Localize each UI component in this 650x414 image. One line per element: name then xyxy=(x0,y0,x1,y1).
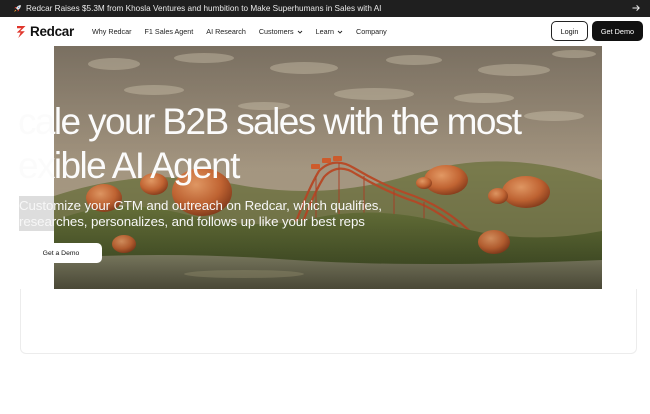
chevron-down-icon xyxy=(297,30,302,34)
nav-item-label: AI Research xyxy=(206,27,246,36)
announcement-text[interactable]: Redcar Raises $5.3M from Khosla Ventures… xyxy=(26,4,381,13)
redcar-logo-icon xyxy=(16,25,26,38)
hero-headline-line-2: exible AI Agent xyxy=(18,145,240,186)
nav-item-label: Customers xyxy=(258,27,294,36)
rocket-icon xyxy=(14,5,21,12)
nav-item-why-redcar[interactable]: Why Redcar xyxy=(92,27,132,36)
chevron-down-icon xyxy=(337,30,343,34)
hero-subtext: Customize your GTM and outreach on Redca… xyxy=(19,198,382,229)
hero-headline-line-1: cale your B2B sales with the most xyxy=(18,101,522,142)
get-demo-button[interactable]: Get Demo xyxy=(592,21,643,41)
nav-item-label: Learn xyxy=(315,27,334,36)
announcement-bar[interactable]: Redcar Raises $5.3M from Khosla Ventures… xyxy=(0,0,650,17)
logo[interactable]: Redcar xyxy=(16,24,74,39)
nav-item-learn[interactable]: Learn xyxy=(316,27,343,36)
get-a-demo-button[interactable]: Get a Demo xyxy=(20,243,102,263)
nav-item-company[interactable]: Company xyxy=(356,27,387,36)
nav-item-label: F1 Sales Agent xyxy=(144,27,194,36)
nav-item-label: Company xyxy=(356,27,387,36)
nav-links: Why Redcar F1 Sales Agent AI Research Cu… xyxy=(92,27,400,36)
hero-headline: cale your B2B sales with the most exible… xyxy=(18,100,578,188)
top-nav: Redcar Why Redcar F1 Sales Agent AI Rese… xyxy=(0,17,650,46)
brand-name: Redcar xyxy=(30,24,74,39)
nav-item-f1-sales-agent[interactable]: F1 Sales Agent xyxy=(145,27,194,36)
arrow-right-icon[interactable] xyxy=(631,3,641,13)
page: Redcar Raises $5.3M from Khosla Ventures… xyxy=(0,0,650,414)
content-card xyxy=(20,289,637,354)
nav-item-customers[interactable]: Customers xyxy=(259,27,303,36)
login-button[interactable]: Login xyxy=(551,21,588,41)
nav-item-ai-research[interactable]: AI Research xyxy=(206,27,246,36)
nav-item-label: Why Redcar xyxy=(92,27,132,36)
